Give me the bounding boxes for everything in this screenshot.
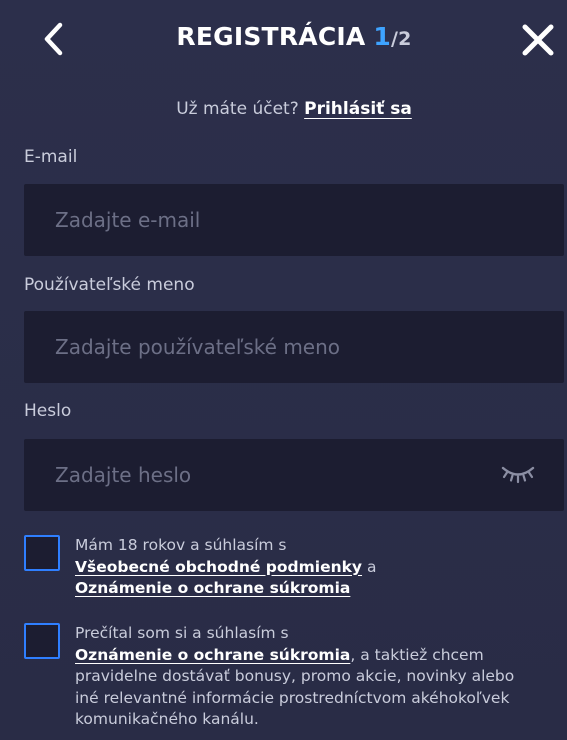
login-link[interactable]: Prihlásiť sa [304,99,412,119]
consent-marketing-row: Prečítal som si a súhlasím s Oznámenie o… [24,623,564,733]
password-label: Heslo [24,401,72,421]
consent-marketing-text: Prečítal som si a súhlasím s Oznámenie o… [75,623,535,731]
consent-age-checkbox[interactable] [24,535,60,571]
close-icon [522,24,554,56]
login-prompt-text: Už máte účet? [176,99,299,119]
step-current: 1 [373,22,392,51]
login-prompt: Už máte účet? Prihlásiť sa [0,99,567,119]
username-field-container [24,311,564,383]
consent-age-row: Mám 18 rokov a súhlasím s Všeobecné obch… [24,535,564,599]
username-input[interactable] [24,311,564,383]
terms-link[interactable]: Všeobecné obchodné podmienky [75,558,362,576]
privacy-link-marketing[interactable]: Oznámenie o ochrane súkromia [75,646,350,664]
password-input[interactable] [24,439,564,511]
consent-marketing-text-1: Prečítal som si a súhlasím s [75,624,289,642]
consent-age-text-1: Mám 18 rokov a súhlasím s [75,536,287,554]
password-toggle-button[interactable] [500,463,536,485]
eye-closed-icon [501,466,535,484]
privacy-link-age[interactable]: Oznámenie o ochrane súkromia [75,579,350,597]
consent-age-text-2: a [362,557,377,576]
email-label: E-mail [24,147,78,167]
email-field-container [24,184,564,256]
step-total: /2 [391,28,412,50]
registration-modal: REGISTRÁCIA 1/2 Už máte účet? Prihlásiť s… [0,0,567,740]
password-field-container [24,439,564,511]
consent-marketing-checkbox[interactable] [24,623,60,659]
close-button[interactable] [518,20,558,60]
title-text: REGISTRÁCIA [176,22,366,51]
page-title: REGISTRÁCIA 1/2 [0,22,567,51]
modal-header: REGISTRÁCIA 1/2 [0,0,567,76]
email-input[interactable] [24,184,564,256]
username-label: Používateľské meno [24,275,195,295]
consent-age-text: Mám 18 rokov a súhlasím s Všeobecné obch… [75,535,535,600]
